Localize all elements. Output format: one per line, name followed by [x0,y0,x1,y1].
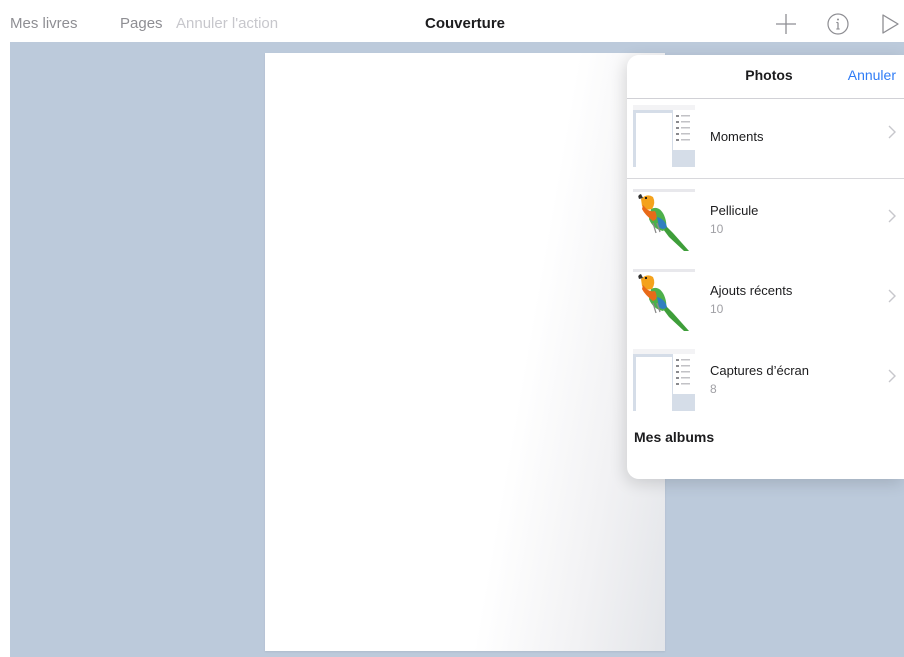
popover-header: Photos Annuler [627,55,904,99]
album-name: Pellicule [710,203,759,218]
album-row-recently-added[interactable]: Ajouts récents 10 [627,263,904,343]
parrot-thumbnail [633,189,695,251]
album-count: 10 [710,302,724,316]
album-row-moments[interactable]: Moments [627,99,904,179]
photos-popover: Photos Annuler Moments Pellicule 10 Ajou… [627,55,904,479]
chevron-right-icon [888,209,896,228]
parrot-thumbnail [633,269,695,331]
album-row-camera-roll[interactable]: Pellicule 10 [627,183,904,263]
screenshot-thumbnail [633,349,695,411]
page-title: Couverture [424,15,506,32]
chevron-right-icon [888,125,896,144]
album-row-screenshots[interactable]: Captures d’écran 8 [627,343,904,423]
plus-icon[interactable] [772,10,800,56]
album-name: Captures d’écran [710,363,809,378]
album-name: Moments [710,129,764,144]
chevron-right-icon [888,369,896,388]
my-albums-heading: Mes albums [634,429,715,445]
album-name: Ajouts récents [710,283,793,298]
album-count: 8 [710,382,717,396]
info-icon[interactable] [824,10,852,38]
cancel-button[interactable]: Annuler [848,67,896,83]
cover-page[interactable] [265,53,665,651]
app-window: Mes livres Pages Annuler l'action Couver… [0,0,904,657]
top-navigation-bar: Mes livres Pages Annuler l'action Couver… [0,0,904,56]
album-count: 10 [710,222,724,236]
chevron-right-icon [888,289,896,308]
play-icon[interactable] [876,10,904,38]
screenshot-thumbnail [633,105,695,167]
